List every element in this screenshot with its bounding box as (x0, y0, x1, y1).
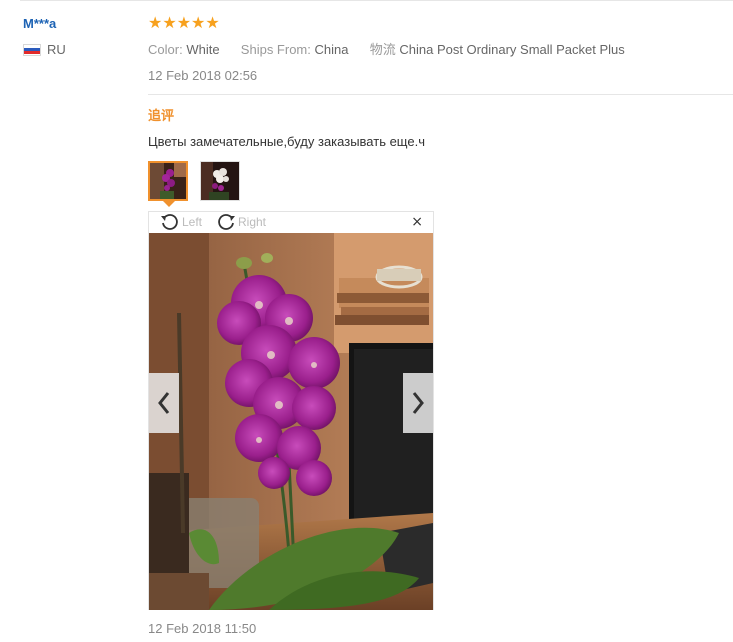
logistics-label: 物流 (369, 42, 396, 57)
rotate-right-label: Right (238, 215, 267, 229)
rotate-left-label: Left (182, 215, 203, 229)
top-divider (20, 0, 733, 1)
next-image-button[interactable] (403, 373, 433, 433)
reviewer-country: RU (23, 42, 66, 57)
followup-date: 12 Feb 2018 11:50 (148, 621, 257, 636)
rating-stars: ★ ★ ★ ★ ★ (148, 14, 220, 32)
rotate-right-icon (218, 214, 235, 230)
rotate-right-button[interactable]: Right (215, 213, 266, 231)
star-icon: ★ (191, 13, 206, 32)
followup-text: Цветы замечательные,буду заказывать еще.… (148, 134, 425, 149)
rotate-left-button[interactable]: Left (159, 213, 202, 231)
chevron-left-icon (158, 392, 170, 414)
star-icon: ★ (162, 13, 177, 32)
close-icon[interactable]: × (411, 214, 423, 230)
reviewer-name[interactable]: M***a (23, 16, 56, 31)
order-properties: Color: White Ships From: China 物流 China … (148, 39, 625, 58)
star-icon: ★ (148, 13, 163, 32)
rotate-left-icon (161, 214, 178, 230)
thumbnail-photo-2[interactable] (200, 161, 240, 201)
ships-from-value: China (314, 42, 349, 57)
followup-label: 追评 (148, 108, 175, 123)
star-icon: ★ (176, 13, 192, 32)
review-date: 12 Feb 2018 02:56 (148, 68, 258, 83)
color-value: White (186, 42, 220, 57)
section-divider (148, 94, 733, 95)
active-thumbnail-pointer (163, 201, 175, 207)
review-photo (149, 233, 433, 610)
prev-image-button[interactable] (149, 373, 179, 433)
chevron-right-icon (412, 392, 424, 414)
logistics-value: China Post Ordinary Small Packet Plus (399, 42, 625, 57)
thumbnail-photo-1[interactable] (148, 161, 188, 201)
flag-icon (23, 43, 41, 56)
star-icon: ★ (205, 13, 220, 32)
orchid-thumbnail-image (201, 162, 239, 200)
orchid-photo-image (149, 233, 433, 610)
image-viewer: Left Right × (148, 211, 434, 610)
ships-from-label: Ships From: (240, 42, 311, 57)
viewer-toolbar: Left Right × (149, 212, 433, 233)
country-code: RU (47, 42, 66, 57)
orchid-thumbnail-image (150, 163, 186, 199)
color-label: Color: (148, 42, 183, 57)
